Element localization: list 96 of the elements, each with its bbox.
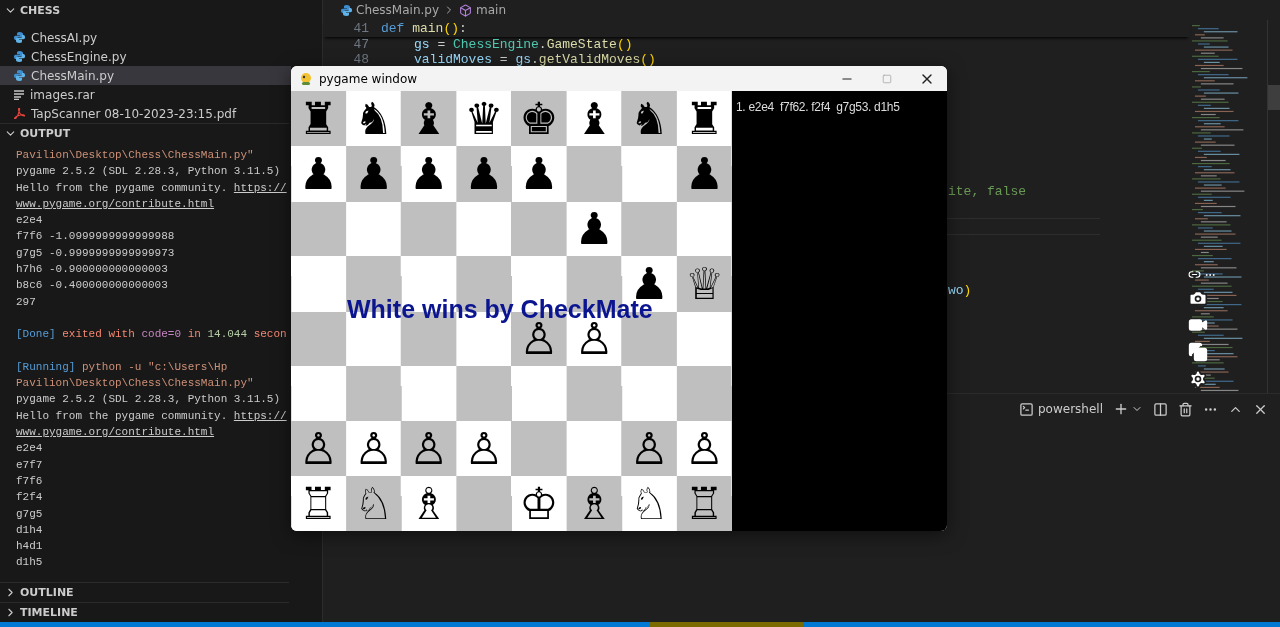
- output-line: g7g5 -0.9999999999999973: [16, 246, 175, 259]
- scrollbar-thumb[interactable]: [1268, 85, 1280, 110]
- output-line: b8c6 -0.400000000000003: [16, 279, 168, 292]
- chess-piece[interactable]: ♟: [574, 206, 614, 251]
- section-header[interactable]: OUTPUT: [0, 123, 289, 143]
- chess-piece[interactable]: ♙: [629, 426, 670, 471]
- output-line: e7f7: [16, 458, 43, 471]
- file-item[interactable]: ChessAI.py: [0, 28, 291, 47]
- output-line: Pavilion\Desktop\Chess\ChessMain.py": [16, 377, 254, 390]
- link[interactable]: https://: [233, 409, 287, 422]
- output-line: f7f6 -1.0999999999999988: [16, 230, 175, 243]
- terminal-icon: [1019, 401, 1034, 417]
- lines-file-icon: [14, 89, 24, 100]
- chess-piece[interactable]: ♛: [464, 96, 504, 141]
- code-line: ite, false: [948, 184, 1026, 199]
- chess-piece[interactable]: ♚: [519, 96, 559, 141]
- cube-icon: [459, 3, 473, 17]
- link-icon[interactable]: [1188, 268, 1201, 281]
- line-number: 48: [352, 52, 369, 67]
- output-line: f7f6: [16, 474, 43, 487]
- line-number: 47: [352, 37, 369, 52]
- file-item[interactable]: images.rar: [0, 85, 291, 104]
- output-line: Pavilion\Desktop\Chess\ChessMain.py": [16, 149, 254, 161]
- chess-piece[interactable]: ♞: [353, 96, 394, 141]
- output-line: d1h4: [16, 523, 43, 536]
- code-line: def main():: [380, 21, 467, 36]
- file-item[interactable]: TapScanner 08-10-2023-23:15.pdf: [0, 104, 291, 123]
- chess-piece[interactable]: ♟: [684, 151, 725, 196]
- pdf-file-icon: [14, 108, 25, 119]
- chess-piece[interactable]: ♖: [298, 481, 339, 526]
- chess-piece[interactable]: ♙: [353, 426, 394, 471]
- output-line: Hello from the pygame community. https://: [16, 181, 287, 194]
- chess-piece[interactable]: ♝: [574, 96, 614, 141]
- code-line: validMoves = gs.getValidMoves(): [413, 52, 656, 67]
- chess-piece[interactable]: ♜: [298, 96, 339, 141]
- line-number: 41: [352, 21, 369, 36]
- add-icon[interactable]: [1113, 401, 1129, 417]
- chess-piece[interactable]: ♝: [409, 96, 449, 141]
- output-line: e2e4: [16, 214, 43, 227]
- chess-piece[interactable]: ♟: [519, 151, 559, 196]
- snake-icon: [299, 71, 313, 86]
- section-title: CHESS: [20, 4, 61, 17]
- settings-icon[interactable]: [1188, 369, 1208, 389]
- output-line: [Done] exited with code=0 in 14.044 secon: [16, 328, 287, 341]
- windows-icon[interactable]: [1188, 342, 1208, 362]
- section-header[interactable]: OUTLINE: [0, 582, 289, 602]
- python-file-icon: [14, 70, 25, 81]
- chess-piece[interactable]: ♜: [684, 96, 725, 141]
- python-file-icon: [14, 32, 25, 43]
- move-log: 1. e2e4 f7f62. f2f4 g7g53. d1h5: [736, 100, 900, 114]
- output-line: Hello from the pygame community. https://: [16, 409, 287, 422]
- chess-piece[interactable]: ♙: [464, 426, 504, 471]
- breadcrumb[interactable]: main: [459, 3, 507, 17]
- chess-piece[interactable]: ♘: [353, 481, 394, 526]
- file-item[interactable]: ChessEngine.py: [0, 47, 291, 66]
- chess-piece[interactable]: ♟: [353, 151, 394, 196]
- chess-piece[interactable]: ♟: [298, 151, 339, 196]
- chess-piece[interactable]: ♟: [464, 151, 504, 196]
- chess-piece[interactable]: ♞: [629, 96, 670, 141]
- chess-piece[interactable]: ♘: [629, 481, 670, 526]
- chess-piece[interactable]: ♗: [574, 481, 614, 526]
- output-line: 297: [16, 295, 36, 308]
- code-line: gs = ChessEngine.GameState(): [413, 37, 633, 52]
- output-line: pygame 2.5.2 (SDL 2.28.3, Python 3.11.5): [16, 393, 281, 406]
- output-line: h7h6 -0.900000000000003: [16, 263, 168, 276]
- output-line: h4d1: [16, 540, 43, 553]
- link[interactable]: www.pygame.org/contribute.html: [16, 197, 215, 210]
- link[interactable]: https://: [233, 181, 287, 194]
- split-icon[interactable]: [1153, 401, 1168, 417]
- link[interactable]: www.pygame.org/contribute.html: [16, 426, 215, 439]
- python-file-icon: [14, 51, 25, 62]
- output-line: d1h5: [16, 556, 43, 569]
- window-title: pygame window: [318, 71, 419, 86]
- section-title: OUTLINE: [20, 586, 74, 599]
- code-line: wo): [948, 283, 972, 298]
- chess-piece[interactable]: ♙: [409, 426, 449, 471]
- python-file-icon: [341, 4, 352, 16]
- chess-piece[interactable]: ♙: [684, 426, 725, 471]
- trash-icon[interactable]: [1178, 401, 1193, 417]
- section-title: OUTPUT: [20, 127, 71, 140]
- chess-piece[interactable]: ♟: [409, 151, 449, 196]
- output-line: pygame 2.5.2 (SDL 2.28.3, Python 3.11.5): [16, 165, 281, 178]
- section-title: TIMELINE: [20, 606, 78, 619]
- chess-piece[interactable]: ♕: [684, 261, 725, 306]
- output-line: g7g5: [16, 507, 43, 520]
- output-line: [Running] python -u "c:\Users\Hp: [16, 360, 228, 373]
- output-line: f2f4: [16, 491, 43, 504]
- chess-piece[interactable]: ♔: [519, 481, 559, 526]
- chess-piece[interactable]: ♙: [298, 426, 339, 471]
- chess-piece[interactable]: ♖: [684, 481, 725, 526]
- breadcrumb[interactable]: ChessMain.py: [341, 3, 440, 17]
- chess-piece[interactable]: ♗: [409, 481, 449, 526]
- file-item[interactable]: ChessMain.py: [0, 66, 291, 85]
- output-line: e2e4: [16, 442, 43, 455]
- section-header[interactable]: CHESS: [0, 0, 289, 20]
- terminal-tab[interactable]: powershell: [1019, 401, 1103, 417]
